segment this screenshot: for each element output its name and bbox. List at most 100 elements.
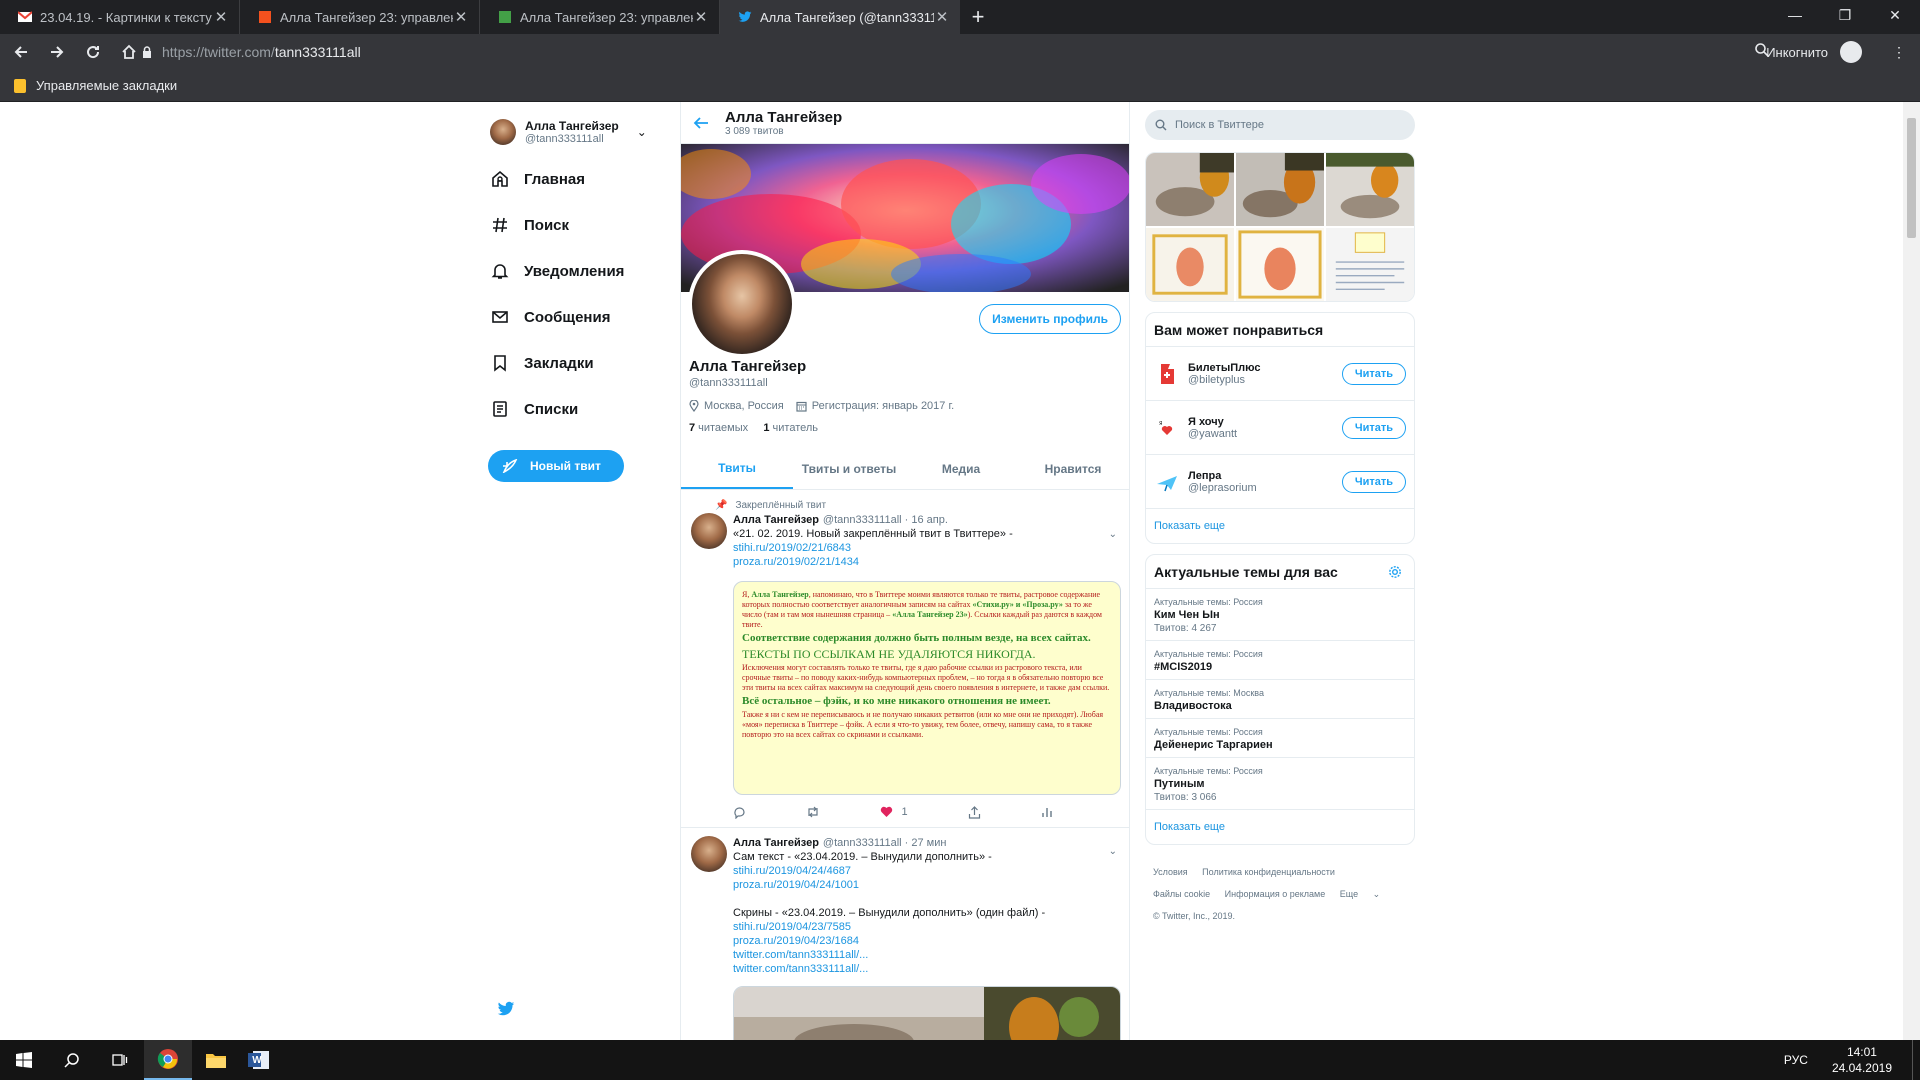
tweet[interactable]: Алла Тангейзер @tann333111all · 27 мин С… — [681, 828, 1129, 1040]
tweet-link[interactable]: proza.ru/2019/02/21/1434 — [733, 556, 859, 568]
nav-item-notifications[interactable]: Уведомления — [490, 248, 670, 294]
nav-item-home[interactable]: Главная — [490, 156, 670, 202]
tweet[interactable]: Алла Тангейзер @tann333111all · 16 апр. … — [681, 511, 1129, 827]
language-indicator[interactable]: РУС — [1784, 1053, 1808, 1067]
nav-item-lists[interactable]: Списки — [490, 386, 670, 432]
show-more-link[interactable]: Показать еще — [1146, 509, 1414, 543]
footer-privacy-link[interactable]: Политика конфиденциальности — [1202, 867, 1335, 877]
retweet-button[interactable] — [806, 806, 820, 818]
chevron-down-icon[interactable]: ⌄ — [1109, 846, 1117, 857]
start-button[interactable] — [0, 1040, 48, 1080]
search-input[interactable]: Поиск в Твиттере — [1145, 110, 1415, 140]
taskbar-explorer[interactable] — [192, 1040, 240, 1080]
browser-tab-4-active[interactable]: Алла Тангейзер (@tann333111al ✕ — [720, 0, 960, 34]
show-more-link[interactable]: Показать еще — [1146, 810, 1414, 844]
arrow-left-icon[interactable] — [693, 116, 709, 130]
analytics-button[interactable] — [1041, 806, 1053, 818]
follow-button[interactable]: Читать — [1342, 362, 1406, 385]
following-link[interactable]: 7 читаемых — [689, 422, 748, 434]
reload-button[interactable] — [78, 37, 108, 67]
trend-item[interactable]: Актуальные темы: Россия #MCIS2019 — [1146, 641, 1414, 680]
avatar[interactable] — [691, 513, 727, 549]
trend-item[interactable]: Актуальные темы: Россия Ким Чен Ын Твито… — [1146, 589, 1414, 641]
browser-menu-icon[interactable]: ⋮ — [1892, 44, 1906, 61]
trend-item[interactable]: Актуальные темы: Россия Путиным Твитов: … — [1146, 758, 1414, 810]
gallery-thumb[interactable] — [1326, 153, 1414, 226]
restore-icon[interactable]: ❐ — [1820, 0, 1870, 30]
forward-button[interactable] — [42, 37, 72, 67]
profile-avatar[interactable] — [688, 250, 796, 358]
tab-likes[interactable]: Нравится — [1017, 448, 1129, 489]
tweet-link[interactable]: stihi.ru/2019/04/23/7585 — [733, 921, 851, 933]
reply-button[interactable] — [733, 806, 746, 819]
show-desktop-button[interactable] — [1912, 1040, 1920, 1080]
browser-tab-3[interactable]: Алла Тангейзер 23: управление ✕ — [480, 0, 720, 34]
trend-item[interactable]: Актуальные темы: Россия Дейенерис Таргар… — [1146, 719, 1414, 758]
tweet-image-note[interactable]: Я, Алла Тангейзер, напоминаю, что в Твит… — [733, 581, 1121, 795]
like-button[interactable]: 1 — [880, 805, 908, 819]
tweet-link[interactable]: proza.ru/2019/04/24/1001 — [733, 879, 859, 891]
account-switcher[interactable]: Алла Тангейзер @tann333111all ⌄ — [490, 108, 670, 156]
chevron-down-icon[interactable]: ⌄ — [1109, 529, 1117, 540]
taskbar-word[interactable]: W — [240, 1040, 288, 1080]
home-icon — [490, 169, 510, 189]
browser-tab-2[interactable]: Алла Тангейзер 23: управление ✕ — [240, 0, 480, 34]
taskbar-chrome[interactable] — [144, 1040, 192, 1080]
home-button[interactable] — [114, 37, 144, 67]
close-tab-icon[interactable]: ✕ — [934, 8, 950, 26]
tab-tweets-replies[interactable]: Твиты и ответы — [793, 448, 905, 489]
gallery-thumb[interactable] — [1146, 228, 1234, 301]
tweet-media[interactable] — [733, 986, 1121, 1040]
tweet-link[interactable]: proza.ru/2019/04/23/1684 — [733, 935, 859, 947]
trend-item[interactable]: Актуальные темы: Москва Владивостока — [1146, 680, 1414, 719]
browser-tab-1[interactable]: 23.04.19. - Картинки к тексту - ja ✕ — [0, 0, 240, 34]
page-scrollbar[interactable] — [1903, 102, 1920, 1040]
gallery-thumb[interactable] — [1236, 228, 1324, 301]
tab-media[interactable]: Медиа — [905, 448, 1017, 489]
footer-more-link[interactable]: Еще ⌄ — [1340, 889, 1380, 899]
followers-link[interactable]: 1 читатель — [763, 422, 818, 434]
tweet-link[interactable]: twitter.com/tann333111all/... — [733, 963, 868, 975]
tweet-link[interactable]: twitter.com/tann333111all/... — [733, 949, 868, 961]
scrollbar-thumb[interactable] — [1907, 118, 1916, 238]
taskbar-search-button[interactable] — [48, 1040, 96, 1080]
edit-profile-button[interactable]: Изменить профиль — [979, 304, 1121, 334]
nav-item-explore[interactable]: Поиск — [490, 202, 670, 248]
tab-tweets[interactable]: Твиты — [681, 448, 793, 489]
task-view-button[interactable] — [96, 1040, 144, 1080]
share-button[interactable] — [968, 805, 981, 819]
nav-item-bookmarks[interactable]: Закладки — [490, 340, 670, 386]
close-window-icon[interactable]: ✕ — [1870, 0, 1920, 30]
close-tab-icon[interactable]: ✕ — [453, 8, 469, 26]
incognito-indicator[interactable]: Инкогнито — [1766, 34, 1862, 70]
tweet-author[interactable]: Алла Тангейзер — [733, 513, 819, 527]
address-bar[interactable]: https://twitter.com/tann333111all — [142, 38, 1762, 66]
back-button[interactable] — [6, 37, 36, 67]
footer-terms-link[interactable]: Условия — [1153, 867, 1188, 877]
close-tab-icon[interactable]: ✕ — [213, 8, 229, 26]
follow-suggestion[interactable]: БилетыПлюс @biletyplus Читать — [1146, 347, 1414, 401]
follow-suggestion[interactable]: Я Я хочу @yawantt Читать — [1146, 401, 1414, 455]
gear-icon[interactable] — [1388, 565, 1402, 579]
tab-title: Алла Тангейзер 23: управление — [280, 9, 453, 25]
nav-item-messages[interactable]: Сообщения — [490, 294, 670, 340]
follow-suggestion[interactable]: Лепра @leprasorium Читать — [1146, 455, 1414, 509]
avatar[interactable] — [691, 836, 727, 872]
new-tweet-button[interactable]: Новый твит — [488, 450, 624, 482]
profile-handle: @tann333111all — [689, 377, 768, 389]
footer-cookies-link[interactable]: Файлы cookie — [1153, 889, 1210, 899]
new-tab-button[interactable]: + — [960, 0, 996, 34]
clock[interactable]: 14:01 24.04.2019 — [1832, 1044, 1892, 1076]
tweet-link[interactable]: stihi.ru/2019/04/24/4687 — [733, 865, 851, 877]
bookmark-folder-managed[interactable]: Управляемые закладки — [36, 78, 177, 93]
gallery-thumb[interactable] — [1326, 228, 1414, 301]
close-tab-icon[interactable]: ✕ — [693, 8, 709, 26]
tweet-link[interactable]: stihi.ru/2019/02/21/6843 — [733, 542, 851, 554]
minimize-icon[interactable]: — — [1770, 0, 1820, 30]
gallery-thumb[interactable] — [1236, 153, 1324, 226]
tweet-author[interactable]: Алла Тангейзер — [733, 836, 819, 850]
footer-ads-link[interactable]: Информация о рекламе — [1225, 889, 1326, 899]
gallery-thumb[interactable] — [1146, 153, 1234, 226]
follow-button[interactable]: Читать — [1342, 470, 1406, 493]
follow-button[interactable]: Читать — [1342, 416, 1406, 439]
